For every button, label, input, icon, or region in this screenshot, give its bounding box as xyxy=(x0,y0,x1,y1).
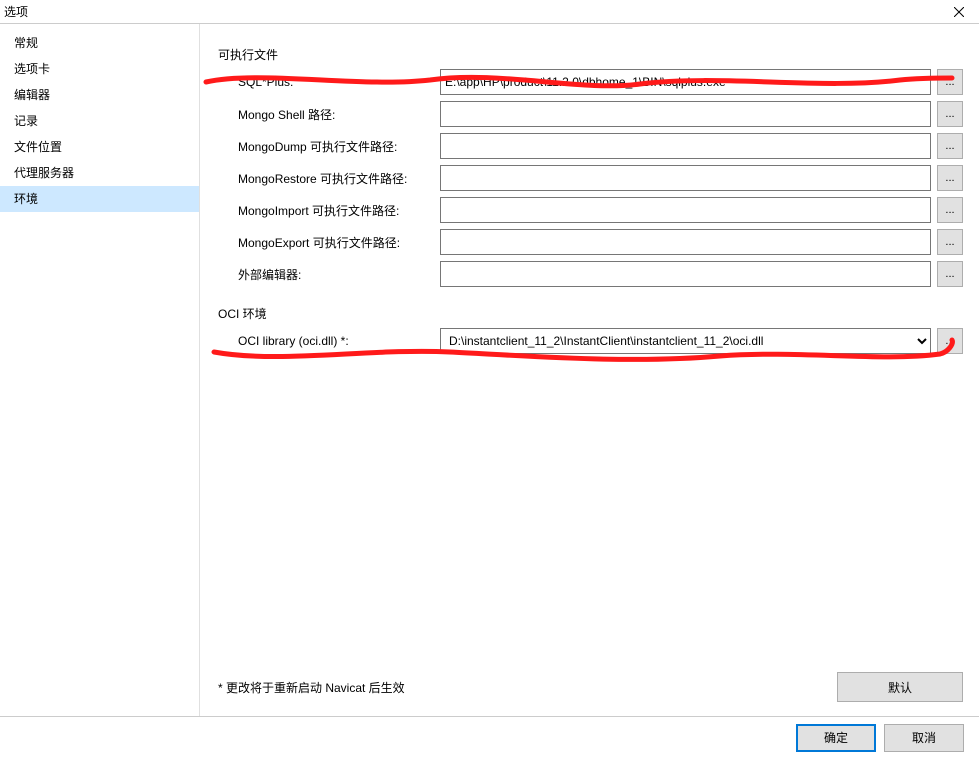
sidebar-item-tabs[interactable]: 选项卡 xyxy=(0,56,199,82)
sidebar-item-label: 代理服务器 xyxy=(14,166,74,180)
input-sqlplus[interactable] xyxy=(440,69,931,95)
label-mongoimport: MongoImport 可执行文件路径: xyxy=(218,202,440,219)
row-mongoimport: MongoImport 可执行文件路径: ... xyxy=(218,197,963,223)
row-ocilib: OCI library (oci.dll) *: D:\instantclien… xyxy=(218,328,963,354)
label-mongoshell: Mongo Shell 路径: xyxy=(218,106,440,123)
sidebar: 常规 选项卡 编辑器 记录 文件位置 代理服务器 环境 xyxy=(0,24,200,716)
input-mongodump[interactable] xyxy=(440,133,931,159)
sidebar-item-proxy[interactable]: 代理服务器 xyxy=(0,160,199,186)
input-mongoshell[interactable] xyxy=(440,101,931,127)
label-mongodump: MongoDump 可执行文件路径: xyxy=(218,138,440,155)
sidebar-item-editor[interactable]: 编辑器 xyxy=(0,82,199,108)
sidebar-item-label: 编辑器 xyxy=(14,88,50,102)
row-sqlplus: SQL*Plus: ... xyxy=(218,69,963,95)
main-area: 常规 选项卡 编辑器 记录 文件位置 代理服务器 环境 可执行文件 SQL*Pl… xyxy=(0,24,979,716)
footer: 确定 取消 xyxy=(0,716,979,758)
ok-button[interactable]: 确定 xyxy=(796,724,876,752)
close-button[interactable] xyxy=(939,0,979,24)
row-mongoshell: Mongo Shell 路径: ... xyxy=(218,101,963,127)
label-ocilib: OCI library (oci.dll) *: xyxy=(218,334,440,348)
label-sqlplus: SQL*Plus: xyxy=(218,75,440,89)
browse-sqlplus[interactable]: ... xyxy=(937,69,963,95)
spacer xyxy=(218,360,963,672)
input-externaleditor[interactable] xyxy=(440,261,931,287)
input-mongoimport[interactable] xyxy=(440,197,931,223)
sidebar-item-environment[interactable]: 环境 xyxy=(0,186,199,212)
titlebar: 选项 xyxy=(0,0,979,24)
select-ocilib[interactable]: D:\instantclient_11_2\InstantClient\inst… xyxy=(440,328,931,354)
executables-form: SQL*Plus: ... Mongo Shell 路径: ... MongoD… xyxy=(218,69,963,293)
label-mongorestore: MongoRestore 可执行文件路径: xyxy=(218,170,440,187)
sidebar-item-label: 常规 xyxy=(14,36,38,50)
input-mongoexport[interactable] xyxy=(440,229,931,255)
sidebar-item-label: 选项卡 xyxy=(14,62,50,76)
window-title: 选项 xyxy=(4,3,28,20)
section-title-oci: OCI 环境 xyxy=(218,305,963,322)
browse-externaleditor[interactable]: ... xyxy=(937,261,963,287)
browse-mongodump[interactable]: ... xyxy=(937,133,963,159)
oci-form: OCI library (oci.dll) *: D:\instantclien… xyxy=(218,328,963,360)
sidebar-item-label: 记录 xyxy=(14,114,38,128)
label-externaleditor: 外部编辑器: xyxy=(218,266,440,283)
sidebar-item-general[interactable]: 常规 xyxy=(0,30,199,56)
label-mongoexport: MongoExport 可执行文件路径: xyxy=(218,234,440,251)
content-panel: 可执行文件 SQL*Plus: ... Mongo Shell 路径: ... … xyxy=(200,24,979,716)
sidebar-item-label: 文件位置 xyxy=(14,140,62,154)
default-button[interactable]: 默认 xyxy=(837,672,963,702)
sidebar-item-label: 环境 xyxy=(14,192,38,206)
restart-note: * 更改将于重新启动 Navicat 后生效 xyxy=(218,679,405,696)
browse-ocilib[interactable]: ... xyxy=(937,328,963,354)
section-title-executables: 可执行文件 xyxy=(218,46,963,63)
browse-mongoexport[interactable]: ... xyxy=(937,229,963,255)
row-externaleditor: 外部编辑器: ... xyxy=(218,261,963,287)
browse-mongoshell[interactable]: ... xyxy=(937,101,963,127)
browse-mongoimport[interactable]: ... xyxy=(937,197,963,223)
row-mongoexport: MongoExport 可执行文件路径: ... xyxy=(218,229,963,255)
sidebar-item-records[interactable]: 记录 xyxy=(0,108,199,134)
sidebar-item-filelocation[interactable]: 文件位置 xyxy=(0,134,199,160)
row-mongorestore: MongoRestore 可执行文件路径: ... xyxy=(218,165,963,191)
row-mongodump: MongoDump 可执行文件路径: ... xyxy=(218,133,963,159)
bottom-row: * 更改将于重新启动 Navicat 后生效 默认 xyxy=(218,672,963,716)
cancel-button[interactable]: 取消 xyxy=(884,724,964,752)
close-icon xyxy=(954,7,964,17)
browse-mongorestore[interactable]: ... xyxy=(937,165,963,191)
input-mongorestore[interactable] xyxy=(440,165,931,191)
